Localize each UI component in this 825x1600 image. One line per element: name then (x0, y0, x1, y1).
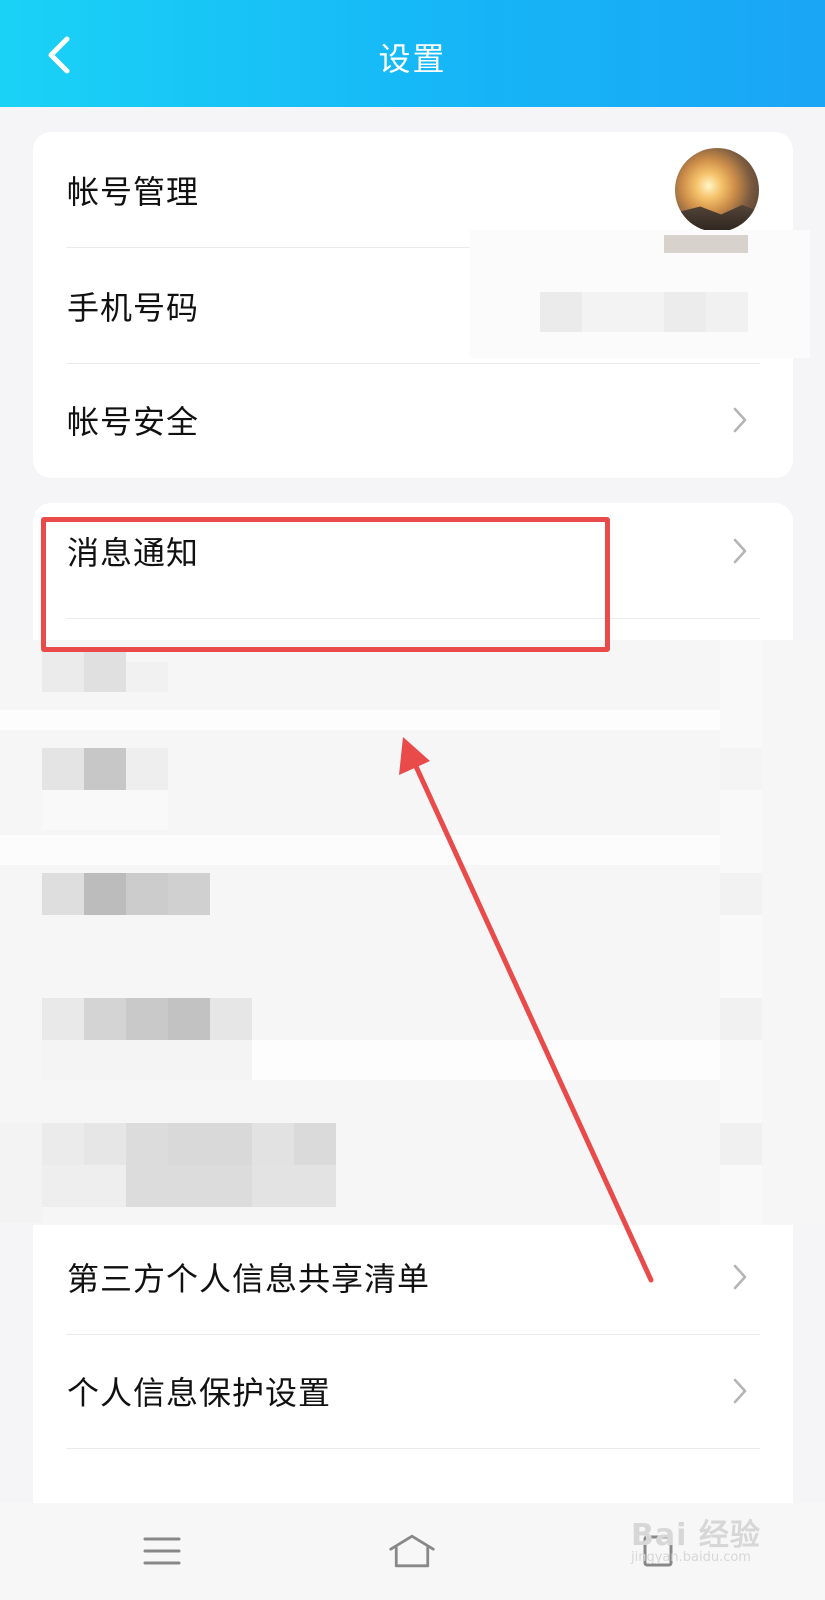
home-button[interactable] (387, 1529, 437, 1573)
menu-button[interactable] (137, 1529, 187, 1573)
baidu-jingyan-watermark: Bai 经验 jingyan.baidu.com (631, 1510, 761, 1565)
arrow-annotation-icon (399, 737, 654, 1283)
watermark-url: jingyan.baidu.com (631, 1550, 751, 1565)
menu-icon (143, 1537, 181, 1565)
home-icon (389, 1534, 435, 1568)
watermark-logo: Bai 经验 (631, 1518, 761, 1553)
